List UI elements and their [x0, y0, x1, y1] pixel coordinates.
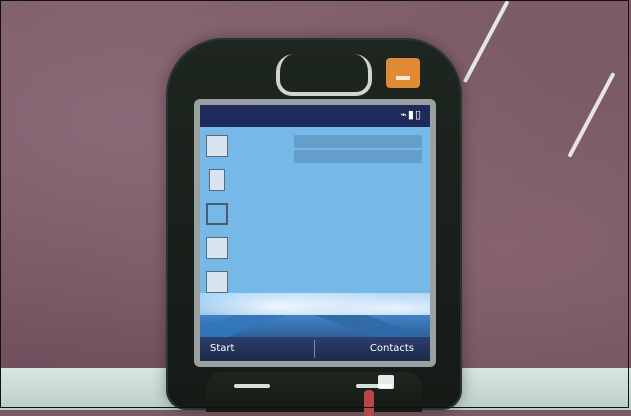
softkey-bar[interactable]: Start Contacts [200, 337, 430, 361]
calendar-icon[interactable] [206, 135, 228, 157]
phone-screen: ⌁▮▯ Start Contacts [200, 105, 430, 361]
home-info [294, 135, 422, 165]
info-line-1 [294, 135, 422, 148]
speaker-icon [276, 54, 372, 96]
contacts-icon[interactable] [206, 237, 228, 259]
phone-icon[interactable] [209, 169, 225, 191]
contacts-softkey[interactable]: Contacts [370, 343, 414, 354]
signal-battery-icon: ⌁▮▯ [400, 108, 422, 121]
end-call-key[interactable] [364, 390, 374, 416]
glare-highlight [378, 375, 394, 389]
camera-icon[interactable] [206, 271, 228, 293]
screen-bezel: ⌁▮▯ Start Contacts [194, 99, 436, 367]
status-bar: ⌁▮▯ [200, 105, 430, 127]
phone-device: ⌁▮▯ Start Contacts [166, 38, 462, 416]
softkey-divider [314, 340, 315, 358]
wallpaper-mountains [200, 315, 430, 337]
info-line-2 [294, 150, 422, 163]
folder-icon[interactable] [206, 203, 228, 225]
key-line-left [234, 384, 270, 388]
brand-badge [386, 58, 420, 88]
start-softkey[interactable]: Start [210, 343, 234, 354]
